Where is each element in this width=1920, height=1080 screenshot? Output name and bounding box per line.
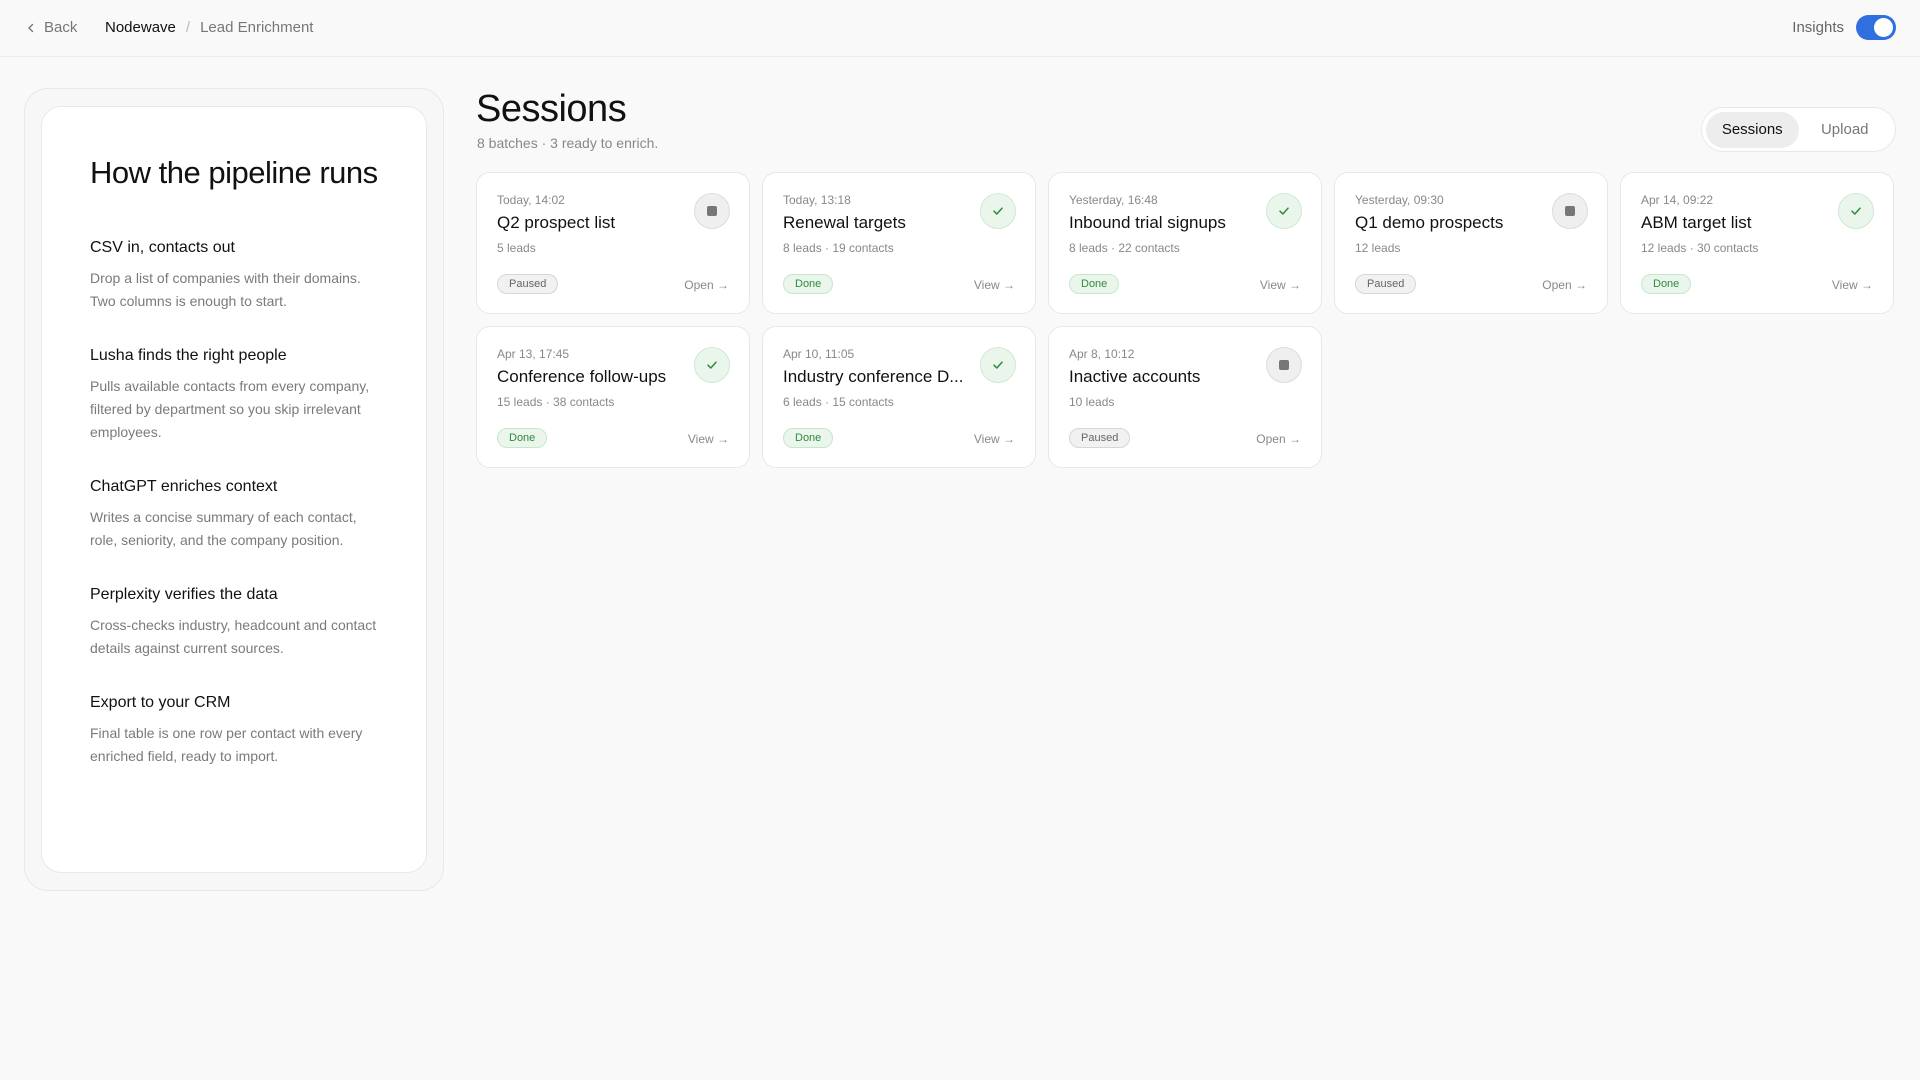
session-title: Conference follow-ups	[497, 367, 667, 386]
page-subtitle: 8 batches · 3 ready to enrich.	[477, 135, 659, 151]
status-badge: Paused	[1069, 428, 1131, 448]
session-meta: 8 leads · 22 contacts	[1069, 241, 1180, 255]
check-icon	[1838, 193, 1874, 229]
session-card[interactable]: Yesterday, 09:30 Q1 demo prospects 12 le…	[1334, 172, 1608, 314]
step-title: ChatGPT enriches context	[90, 478, 278, 495]
status-badge: Done	[783, 428, 834, 448]
check-icon	[980, 347, 1016, 383]
pipeline-step: Lusha finds the right people Pulls avail…	[90, 347, 380, 444]
view-link[interactable]: View →	[974, 278, 1015, 292]
status-badge: Paused	[497, 274, 559, 294]
breadcrumb: Nodewave / Lead Enrichment	[105, 19, 313, 36]
session-meta: 10 leads	[1069, 395, 1115, 409]
pipeline-step: ChatGPT enriches context Writes a concis…	[90, 478, 380, 552]
step-description: Writes a concise summary of each contact…	[90, 509, 357, 548]
session-title: Renewal targets	[783, 213, 906, 232]
step-title: Lusha finds the right people	[90, 347, 287, 364]
step-title: Export to your CRM	[90, 694, 231, 711]
pause-icon	[694, 193, 730, 229]
chevron-left-icon	[28, 23, 34, 32]
session-meta: 5 leads	[497, 241, 536, 255]
tab-sessions[interactable]: Sessions	[1706, 111, 1799, 148]
tab-upload[interactable]: Upload	[1799, 112, 1892, 148]
session-card[interactable]: Apr 8, 10:12 Inactive accounts 10 leads …	[1048, 326, 1322, 468]
page-title: Sessions	[476, 88, 627, 130]
session-title: Q2 prospect list	[497, 213, 616, 232]
insights-control: Insights	[1792, 15, 1896, 40]
session-card[interactable]: Apr 10, 11:05 Industry conference D... 6…	[762, 326, 1036, 468]
check-icon	[980, 193, 1016, 229]
breadcrumb-current: Lead Enrichment	[200, 19, 314, 36]
pipeline-step: Export to your CRM Final table is one ro…	[90, 694, 380, 768]
session-title: Q1 demo prospects	[1355, 213, 1504, 232]
session-meta: 6 leads · 15 contacts	[783, 395, 894, 409]
pause-icon	[1266, 347, 1302, 383]
session-meta: 15 leads · 38 contacts	[497, 395, 615, 409]
breadcrumb-separator: /	[185, 19, 191, 36]
session-card[interactable]: Today, 14:02 Q2 prospect list 5 leads Pa…	[476, 172, 750, 314]
step-title: Perplexity verifies the data	[90, 586, 278, 603]
insights-toggle[interactable]	[1856, 15, 1896, 40]
session-title: Inactive accounts	[1069, 367, 1201, 386]
back-label: Back	[44, 19, 78, 36]
open-link[interactable]: Open →	[684, 278, 729, 292]
session-card[interactable]: Apr 14, 09:22 ABM target list 12 leads ·…	[1620, 172, 1894, 314]
step-description: Final table is one row per contact with …	[90, 725, 363, 764]
session-title: ABM target list	[1641, 213, 1752, 232]
check-icon	[1266, 193, 1302, 229]
session-meta: 12 leads	[1355, 241, 1401, 255]
toggle-knob	[1874, 18, 1893, 37]
pipeline-panel: How the pipeline runs CSV in, contacts o…	[41, 106, 427, 873]
insights-label: Insights	[1792, 19, 1844, 36]
session-title: Inbound trial signups	[1069, 213, 1226, 232]
status-badge: Done	[497, 428, 548, 448]
check-icon	[694, 347, 730, 383]
view-link[interactable]: View →	[1260, 278, 1301, 292]
breadcrumb-workspace[interactable]: Nodewave	[105, 19, 176, 36]
pause-icon	[1552, 193, 1588, 229]
session-title: Industry conference D...	[783, 367, 964, 386]
step-description: Pulls available contacts from every comp…	[90, 378, 370, 440]
top-bar: Back Nodewave / Lead Enrichment Insights	[0, 0, 1920, 57]
pipeline-title: How the pipeline runs	[90, 155, 378, 190]
status-badge: Paused	[1355, 274, 1417, 294]
view-link[interactable]: View →	[688, 432, 729, 446]
session-card[interactable]: Today, 13:18 Renewal targets 8 leads · 1…	[762, 172, 1036, 314]
pipeline-step: Perplexity verifies the data Cross-check…	[90, 586, 380, 660]
open-link[interactable]: Open →	[1256, 432, 1301, 446]
step-title: CSV in, contacts out	[90, 239, 235, 256]
status-badge: Done	[783, 274, 834, 294]
status-badge: Done	[1069, 274, 1120, 294]
step-description: Cross-checks industry, headcount and con…	[90, 617, 377, 656]
pipeline-step: CSV in, contacts out Drop a list of comp…	[90, 239, 380, 313]
status-badge: Done	[1641, 274, 1692, 294]
view-link[interactable]: View →	[1832, 278, 1873, 292]
session-card[interactable]: Yesterday, 16:48 Inbound trial signups 8…	[1048, 172, 1322, 314]
view-link[interactable]: View →	[974, 432, 1015, 446]
session-card[interactable]: Apr 13, 17:45 Conference follow-ups 15 l…	[476, 326, 750, 468]
back-button[interactable]: Back	[26, 19, 77, 36]
step-description: Drop a list of companies with their doma…	[90, 270, 361, 309]
session-meta: 8 leads · 19 contacts	[783, 241, 894, 255]
open-link[interactable]: Open →	[1542, 278, 1587, 292]
view-switcher: Sessions Upload	[1701, 107, 1896, 152]
session-meta: 12 leads · 30 contacts	[1641, 241, 1759, 255]
